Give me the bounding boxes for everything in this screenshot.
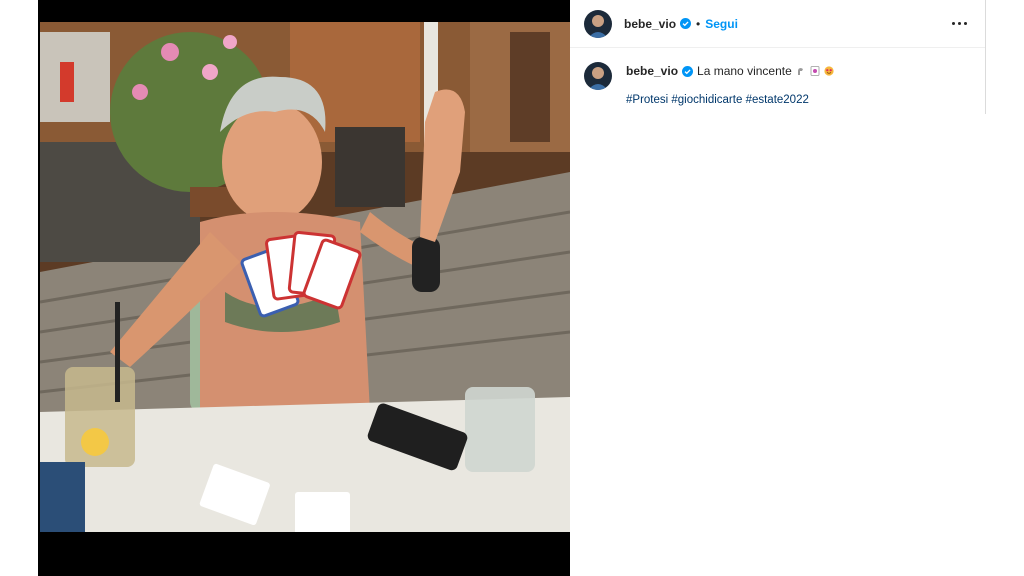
caption-username-link[interactable]: bebe_vio: [626, 64, 678, 79]
more-options-icon[interactable]: [947, 12, 971, 36]
joker-card-emoji: [810, 66, 820, 76]
avatar[interactable]: [584, 9, 612, 38]
flexed-arm-emoji: [797, 68, 803, 75]
avatar-image: [584, 62, 612, 90]
heart-eyes-emoji: [824, 66, 834, 76]
post-side-pane: bebe_vio • Segui bebe_vio La mano vincen…: [570, 0, 986, 114]
verified-badge-icon: [682, 65, 694, 77]
verified-badge-icon: [680, 18, 692, 29]
caption-text: La mano vincente: [697, 63, 792, 78]
header-separator: •: [696, 16, 701, 31]
follow-button[interactable]: Segui: [705, 17, 738, 31]
avatar-image: [584, 9, 612, 38]
caption-body: bebe_vio La mano vincente #Protesi #gioc…: [626, 62, 834, 108]
instagram-post-view: bebe_vio • Segui bebe_vio La mano vincen…: [0, 0, 1024, 576]
username-link[interactable]: bebe_vio: [624, 17, 676, 31]
hashtags: #Protesi #giochidicarte #estate2022: [626, 93, 834, 108]
post-photo[interactable]: [40, 22, 570, 554]
caption-block: bebe_vio La mano vincente #Protesi #gioc…: [584, 62, 971, 108]
post-header: bebe_vio • Segui: [570, 0, 985, 48]
caption-avatar[interactable]: [584, 62, 612, 90]
hashtag-link[interactable]: #Protesi: [626, 94, 668, 106]
hashtag-link[interactable]: #giochidicarte: [671, 94, 742, 106]
post-media-pane: [38, 0, 570, 576]
hashtag-link[interactable]: #estate2022: [746, 94, 809, 106]
